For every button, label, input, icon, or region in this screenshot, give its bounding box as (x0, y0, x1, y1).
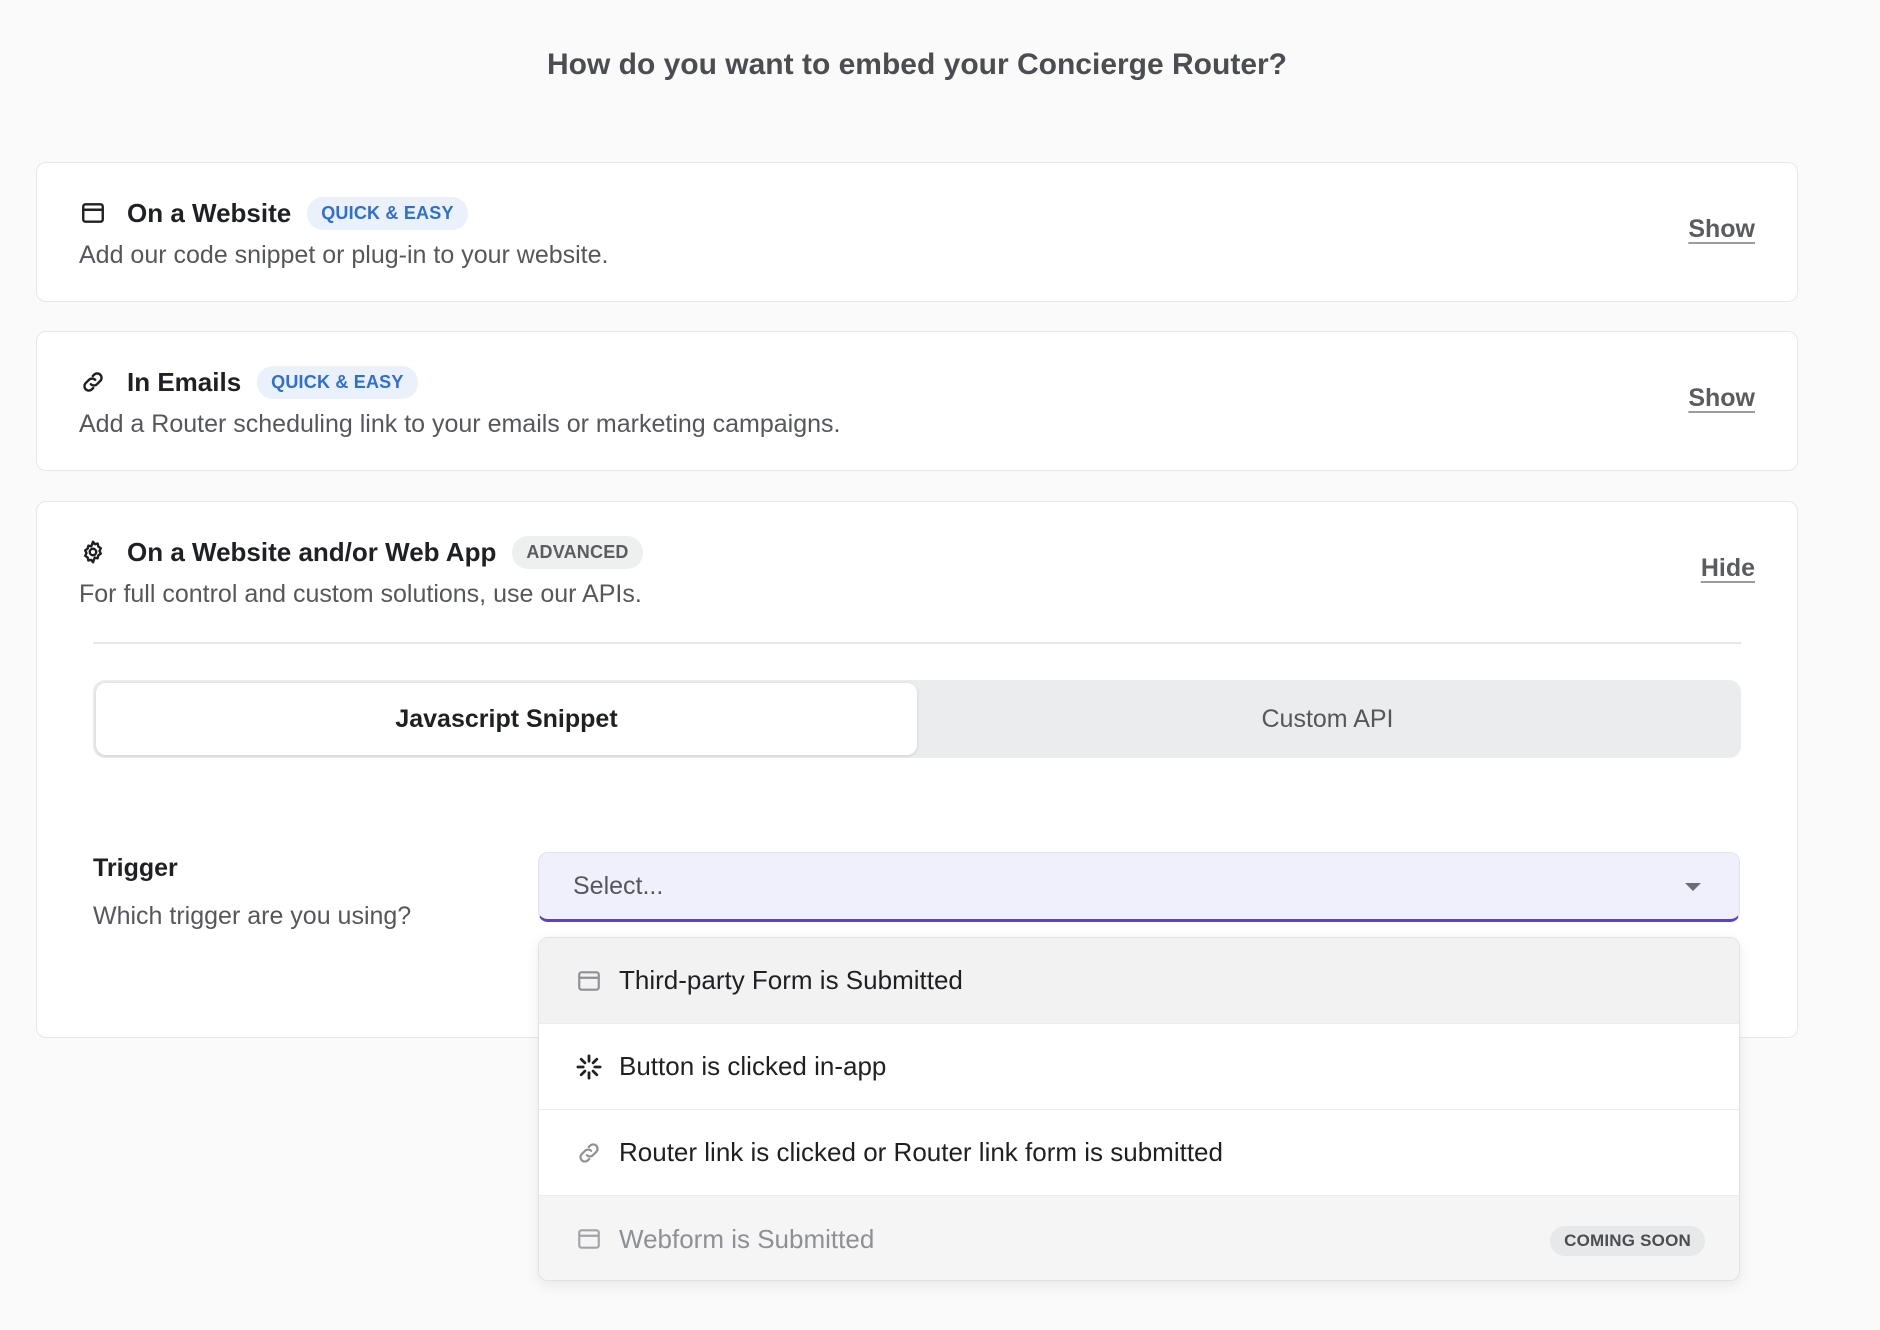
link-icon (79, 368, 107, 396)
coming-soon-badge: COMING SOON (1550, 1226, 1705, 1256)
loader-icon (575, 1053, 603, 1081)
show-button[interactable]: Show (1688, 384, 1755, 413)
card-description: For full control and custom solutions, u… (79, 580, 642, 608)
advanced-badge: ADVANCED (512, 535, 643, 569)
link-icon (575, 1139, 603, 1167)
chevron-down-icon (1685, 883, 1701, 891)
trigger-help: Which trigger are you using? (93, 902, 412, 930)
option-router-link[interactable]: Router link is clicked or Router link fo… (539, 1110, 1739, 1196)
browser-window-icon (575, 1225, 603, 1253)
tab-javascript-snippet[interactable]: Javascript Snippet (96, 683, 917, 755)
trigger-select[interactable]: Select... (538, 852, 1740, 922)
select-placeholder: Select... (573, 871, 664, 900)
option-label: Router link is clicked or Router link fo… (619, 1137, 1223, 1167)
divider (93, 642, 1741, 644)
card-title: On a Website and/or Web App (127, 536, 497, 567)
card-title: On a Website (127, 197, 292, 228)
tab-bar: Javascript Snippet Custom API (93, 680, 1741, 758)
gear-icon (79, 538, 107, 566)
option-label: Webform is Submitted (619, 1223, 875, 1254)
option-label: Third-party Form is Submitted (619, 965, 963, 995)
card-description: Add a Router scheduling link to your ema… (79, 410, 841, 438)
hide-button[interactable]: Hide (1701, 554, 1755, 583)
page-title: How do you want to embed your Concierge … (546, 48, 1288, 81)
browser-window-icon (79, 199, 107, 227)
trigger-label: Trigger (93, 854, 178, 882)
trigger-dropdown-menu: Third-party Form is Submitted Button is … (538, 937, 1740, 1281)
card-description: Add our code snippet or plug-in to your … (79, 241, 609, 269)
option-button-clicked[interactable]: Button is clicked in-app (539, 1024, 1739, 1110)
option-third-party-form[interactable]: Third-party Form is Submitted (539, 938, 1739, 1024)
quick-easy-badge: QUICK & EASY (307, 196, 468, 230)
embed-card-emails: In Emails QUICK & EASY Add a Router sche… (36, 331, 1798, 471)
option-label: Button is clicked in-app (619, 1051, 887, 1081)
embed-card-website: On a Website QUICK & EASY Add our code s… (36, 162, 1798, 302)
show-button[interactable]: Show (1688, 215, 1755, 244)
card-title: In Emails (127, 366, 242, 397)
browser-window-icon (575, 967, 603, 995)
tab-custom-api[interactable]: Custom API (917, 683, 1738, 755)
quick-easy-badge: QUICK & EASY (257, 365, 418, 399)
option-webform: Webform is Submitted COMING SOON (539, 1196, 1739, 1280)
